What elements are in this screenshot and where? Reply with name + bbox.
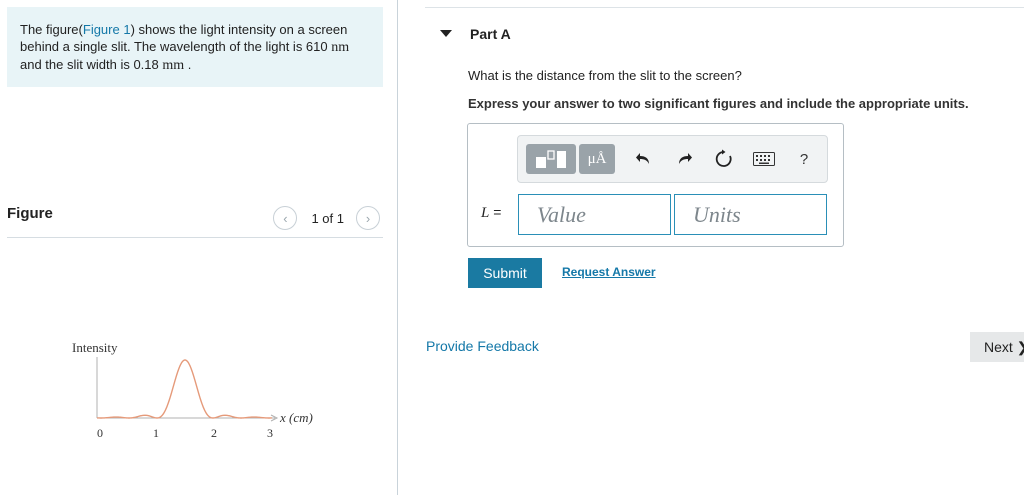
left-panel: The figure(Figure 1) shows the light int…: [0, 0, 398, 495]
y-axis-label: Intensity: [72, 340, 118, 355]
figure-link[interactable]: Figure 1: [83, 22, 131, 37]
submit-button[interactable]: Submit: [468, 258, 542, 288]
math-toolbar: μÅ ?: [517, 135, 828, 183]
value-input[interactable]: [518, 194, 671, 235]
intensity-curve: [96, 359, 273, 419]
chevron-left-icon[interactable]: ‹: [273, 206, 298, 230]
pager-text: 1 of 1: [311, 210, 344, 226]
instruction-text: Express your answer to two significant f…: [468, 96, 969, 111]
reset-icon[interactable]: [710, 144, 738, 174]
figure-header: Figure ‹ 1 of 1 ›: [7, 200, 383, 238]
templates-icon: [536, 150, 566, 168]
figure-pager: ‹ 1 of 1 ›: [273, 206, 380, 230]
units-button[interactable]: μÅ: [579, 144, 615, 174]
variable-label: L =: [481, 204, 501, 222]
keyboard-icon[interactable]: [750, 144, 778, 174]
units-input[interactable]: [674, 194, 827, 235]
problem-statement: The figure(Figure 1) shows the light int…: [7, 7, 383, 87]
caret-down-icon[interactable]: [440, 30, 452, 37]
x-tick-0: 0: [97, 426, 103, 440]
request-answer-link[interactable]: Request Answer: [562, 265, 656, 279]
figure-title: Figure: [7, 205, 53, 222]
width-unit: mm: [162, 58, 185, 73]
x-axis-label: x (cm): [279, 410, 313, 425]
next-button[interactable]: Next ❯: [970, 332, 1024, 362]
x-tick-1: 1: [153, 426, 159, 440]
question-text: What is the distance from the slit to th…: [468, 68, 742, 83]
part-a-header[interactable]: Part A: [425, 7, 1024, 61]
answer-box: μÅ ? L =: [467, 123, 844, 247]
help-button[interactable]: ?: [790, 144, 818, 174]
problem-text-4: .: [184, 57, 192, 72]
templates-button[interactable]: [526, 144, 576, 174]
problem-text-3: and the slit width is 0.18: [20, 57, 163, 72]
intensity-figure: Intensity x (cm) 0 1 2 3: [72, 340, 313, 440]
undo-icon[interactable]: [630, 144, 658, 174]
equals-sign: =: [489, 204, 502, 220]
problem-text-1: The figure(: [20, 22, 83, 37]
chevron-right-icon[interactable]: ›: [356, 206, 380, 230]
provide-feedback-link[interactable]: Provide Feedback: [426, 338, 539, 354]
x-tick-3: 3: [267, 426, 273, 440]
wavelength-unit: nm: [331, 40, 350, 55]
x-tick-2: 2: [211, 426, 217, 440]
redo-icon[interactable]: [670, 144, 698, 174]
part-title: Part A: [470, 26, 511, 42]
